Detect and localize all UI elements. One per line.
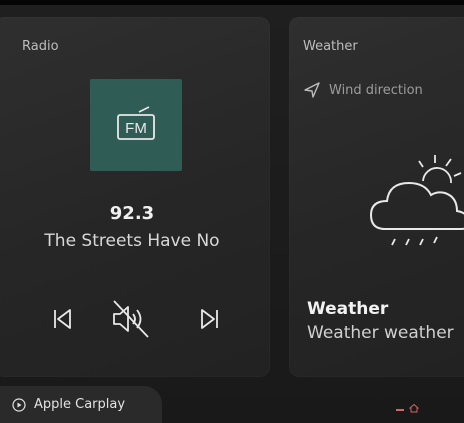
car-dashboard-screen: Radio FM 92.3 The Streets Have No Weathe… xyxy=(0,0,464,423)
skip-next-icon xyxy=(201,309,218,329)
carplay-label: Apple Carplay xyxy=(34,397,126,412)
mute-toggle-button[interactable] xyxy=(106,297,154,341)
wind-direction: Wind direction xyxy=(303,81,423,99)
top-edge xyxy=(0,0,464,5)
skip-previous-icon xyxy=(54,309,71,329)
radio-card-title: Radio xyxy=(22,39,59,54)
weather-description: Weather weather xyxy=(307,323,454,343)
wind-direction-label: Wind direction xyxy=(329,82,423,98)
apple-carplay-button[interactable]: Apple Carplay xyxy=(0,386,162,423)
fm-station-logo: FM xyxy=(90,79,182,171)
radio-card[interactable]: Radio FM 92.3 The Streets Have No xyxy=(0,17,270,377)
navigation-arrow-icon xyxy=(304,82,320,98)
play-circle-icon xyxy=(12,397,26,412)
previous-button[interactable] xyxy=(46,303,78,335)
now-playing-title: The Streets Have No xyxy=(44,231,220,251)
speaker-muted-icon xyxy=(113,300,149,338)
next-button[interactable] xyxy=(194,303,226,335)
page-indicator xyxy=(396,409,404,411)
home-icon[interactable] xyxy=(409,403,419,413)
fm-radio-icon: FM xyxy=(117,106,155,140)
weather-heading: Weather xyxy=(307,299,389,319)
fm-logo-text: FM xyxy=(125,120,147,137)
weather-card-title: Weather xyxy=(303,39,358,54)
station-frequency: 92.3 xyxy=(109,203,155,224)
weather-card[interactable]: Weather Wind direction Weather Weather w… xyxy=(289,17,464,377)
cloud-rain-sun-icon xyxy=(369,155,464,246)
